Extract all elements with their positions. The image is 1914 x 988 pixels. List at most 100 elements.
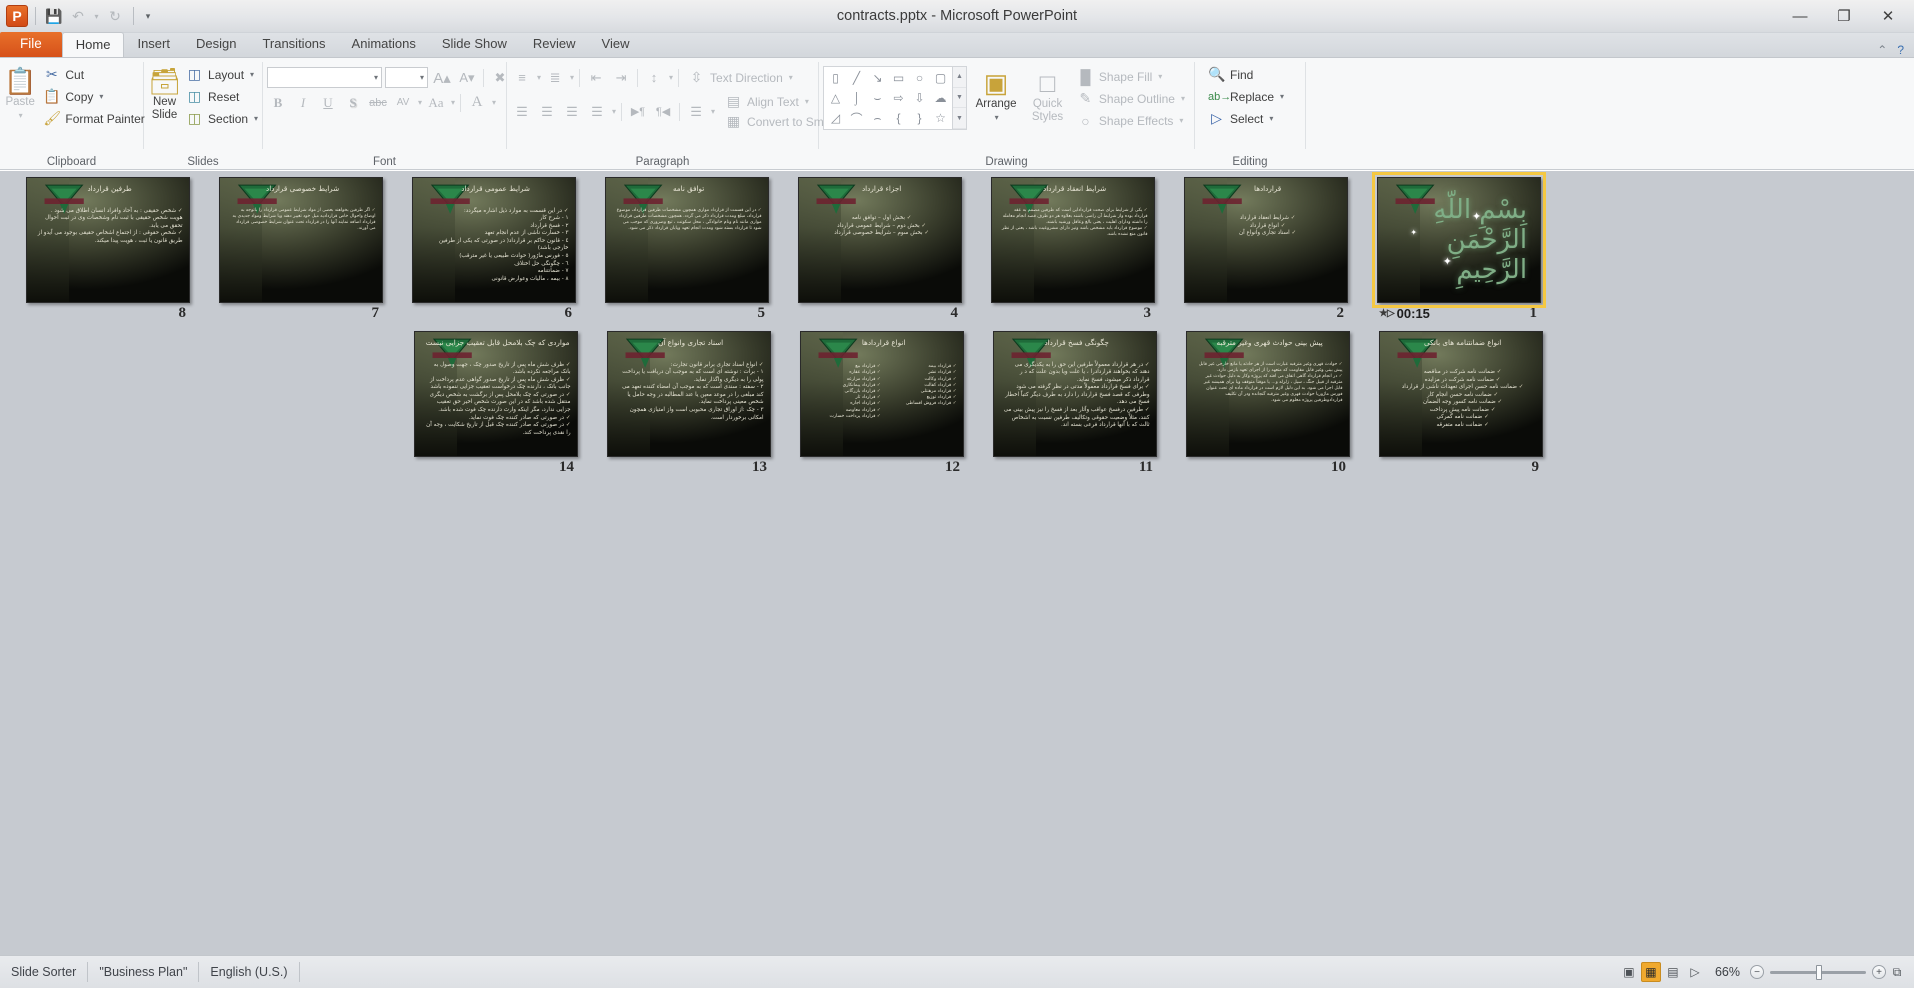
format-painter-button[interactable]: 🖌 Format Painter bbox=[40, 108, 149, 129]
slide-canvas[interactable]: چگونگی فسخ قرارداد در هر قرارداد معمولاً… bbox=[993, 331, 1157, 457]
shape-effects-button[interactable]: ○ Shape Effects ▾ bbox=[1074, 110, 1190, 131]
status-theme-name[interactable]: "Business Plan" bbox=[88, 962, 200, 982]
tab-animations[interactable]: Animations bbox=[339, 32, 429, 57]
slide-thumbnail-11[interactable]: چگونگی فسخ قرارداد در هر قرارداد معمولاً… bbox=[993, 331, 1157, 476]
rtl-text-direction-icon[interactable]: ¶◀ bbox=[652, 101, 674, 122]
right-brace-shape-icon[interactable]: } bbox=[909, 108, 930, 128]
layout-button[interactable]: ◫ Layout ▾ bbox=[183, 64, 263, 85]
text-shadow-button[interactable]: S bbox=[342, 92, 364, 113]
line-shape-icon[interactable]: ╱ bbox=[846, 68, 867, 88]
chevron-down-icon[interactable]: ▾ bbox=[374, 73, 378, 82]
character-spacing-button[interactable]: AV bbox=[392, 92, 414, 113]
change-case-button[interactable]: Aa bbox=[425, 92, 447, 113]
zoom-in-button[interactable]: + bbox=[1872, 965, 1886, 979]
status-right-controls[interactable]: ▣ ▦ ▤ ▷ 66% − + ⧉ bbox=[1619, 962, 1914, 982]
oval-shape-icon[interactable]: ○ bbox=[909, 68, 930, 88]
help-icon[interactable]: ? bbox=[1897, 43, 1904, 57]
increase-font-size-icon[interactable]: A▴ bbox=[431, 67, 453, 88]
slide-thumbnail-9[interactable]: انواع ضمانتنامه های بانکی ضمانت نامه شرک… bbox=[1379, 331, 1543, 476]
zoom-out-button[interactable]: − bbox=[1750, 965, 1764, 979]
line-spacing-icon[interactable]: ↕ bbox=[643, 67, 665, 88]
find-button[interactable]: 🔍 Find bbox=[1205, 64, 1289, 85]
save-icon[interactable]: 💾 bbox=[43, 5, 65, 27]
customize-qat-icon[interactable]: ▾ bbox=[141, 5, 155, 27]
ribbon-tab-strip[interactable]: File Home Insert Design Transitions Anim… bbox=[0, 32, 1914, 58]
scroll-up-icon[interactable]: ▲ bbox=[953, 67, 966, 88]
arrange-button[interactable]: ▣ Arrange ▾ bbox=[971, 66, 1021, 124]
curve-shape-icon[interactable]: ⌒ bbox=[846, 108, 867, 128]
zoom-slider[interactable]: − + bbox=[1750, 964, 1886, 980]
ltr-text-direction-icon[interactable]: ▶¶ bbox=[627, 101, 649, 122]
slide-canvas[interactable]: شرایط خصوصی قرارداد اگر طرفین بخواهند بع… bbox=[219, 177, 383, 303]
slide-canvas[interactable]: مواردی که چک بلامحل قابل تعقیب جزایی نیس… bbox=[414, 331, 578, 457]
status-language[interactable]: English (U.S.) bbox=[199, 962, 300, 982]
decrease-font-size-icon[interactable]: A▾ bbox=[456, 67, 478, 88]
tab-insert[interactable]: Insert bbox=[124, 32, 183, 57]
slide-canvas[interactable]: شرایط عمومی قرارداد در این قسمت به موارد… bbox=[412, 177, 576, 303]
chevron-down-icon[interactable]: ▾ bbox=[669, 73, 673, 82]
reading-view-button[interactable]: ▤ bbox=[1663, 962, 1683, 982]
normal-view-button[interactable]: ▣ bbox=[1619, 962, 1639, 982]
slide-thumbnail-7[interactable]: شرایط خصوصی قرارداد اگر طرفین بخواهند بع… bbox=[219, 177, 383, 322]
left-brace-shape-icon[interactable]: { bbox=[888, 108, 909, 128]
increase-indent-icon[interactable]: ⇥ bbox=[610, 67, 632, 88]
down-arrow-shape-icon[interactable]: ⇩ bbox=[909, 88, 930, 108]
slide-canvas[interactable]: انواع قراردادها قرارداد بیمهقرارداد نشرق… bbox=[800, 331, 964, 457]
slide-canvas[interactable]: طرفین قرارداد شخص حقیقی : به آحاد وافراد… bbox=[26, 177, 190, 303]
redo-icon[interactable]: ↻ bbox=[104, 5, 126, 27]
chevron-down-icon[interactable]: ▾ bbox=[570, 73, 574, 82]
fit-slide-to-window-button[interactable]: ⧉ bbox=[1888, 963, 1906, 981]
shapes-gallery-scrollbar[interactable]: ▲ ▼ ▼ bbox=[953, 66, 967, 130]
tab-transitions[interactable]: Transitions bbox=[249, 32, 338, 57]
bullets-icon[interactable]: ≡ bbox=[511, 67, 533, 88]
slide-canvas[interactable]: قراردادها شرایط انعقاد قراردادانواع قرار… bbox=[1184, 177, 1348, 303]
chevron-down-icon[interactable]: ▾ bbox=[612, 107, 616, 116]
restore-button[interactable]: ❐ bbox=[1822, 1, 1866, 31]
undo-dropdown-icon[interactable]: ▾ bbox=[91, 5, 102, 27]
slide-sorter-view-button[interactable]: ▦ bbox=[1640, 962, 1661, 982]
slide-thumbnail-8[interactable]: طرفین قرارداد شخص حقیقی : به آحاد وافراد… bbox=[26, 177, 190, 322]
columns-icon[interactable]: ☰ bbox=[685, 101, 707, 122]
chevron-down-icon[interactable]: ▾ bbox=[418, 98, 422, 107]
slide-thumbnail-1[interactable]: بِسْمِ اللّهِ الرَّحْمَنِ الرَّحِيمِ ✦ ✦… bbox=[1372, 172, 1546, 322]
cloud-shape-icon[interactable]: ☁ bbox=[930, 88, 951, 108]
tab-file[interactable]: File bbox=[0, 32, 62, 57]
chevron-down-icon[interactable]: ▾ bbox=[451, 98, 455, 107]
close-button[interactable]: ✕ bbox=[1866, 1, 1910, 31]
justify-icon[interactable]: ☰ bbox=[586, 101, 608, 122]
align-right-icon[interactable]: ☰ bbox=[561, 101, 583, 122]
gallery-more-icon[interactable]: ▼ bbox=[953, 108, 966, 130]
powerpoint-logo-icon[interactable]: P bbox=[6, 5, 28, 27]
chevron-down-icon[interactable]: ▾ bbox=[711, 107, 715, 116]
chevron-down-icon[interactable]: ▾ bbox=[537, 73, 541, 82]
slide-show-button[interactable]: ▷ bbox=[1685, 962, 1705, 982]
shape-fill-button[interactable]: █ Shape Fill ▾ bbox=[1074, 66, 1190, 87]
slide-thumbnail-10[interactable]: پیش بینی حوادث قهری وغیر مترقبه حوادث قه… bbox=[1186, 331, 1350, 476]
tab-design[interactable]: Design bbox=[183, 32, 249, 57]
quick-styles-button[interactable]: □ Quick Styles bbox=[1025, 66, 1070, 124]
slide-canvas[interactable]: شرایط انعقاد قرارداد یکی از شرایط برای ص… bbox=[991, 177, 1155, 303]
shapes-gallery[interactable]: ▯ ╱ ↘ ▭ ○ ▢ △ ⌡ ⌣ ⇨ ⇩ ☁ ◿ ⌒ ⌢ { } ☆ bbox=[823, 66, 953, 130]
italic-button[interactable]: I bbox=[292, 92, 314, 113]
undo-icon[interactable]: ↶ bbox=[67, 5, 89, 27]
tab-home[interactable]: Home bbox=[61, 32, 125, 57]
paste-button[interactable]: 📋 Paste ▾ bbox=[4, 64, 36, 122]
numbering-icon[interactable]: ≣ bbox=[544, 67, 566, 88]
textbox-shape-icon[interactable]: ▯ bbox=[825, 68, 846, 88]
chevron-down-icon[interactable]: ▾ bbox=[420, 73, 424, 82]
tab-view[interactable]: View bbox=[589, 32, 643, 57]
ribbon-controls[interactable]: ⌃ ? bbox=[1877, 43, 1914, 57]
freeform-shape-icon[interactable]: ◿ bbox=[825, 108, 846, 128]
font-color-button[interactable]: A bbox=[466, 92, 488, 113]
select-button[interactable]: ▷ Select ▾ bbox=[1205, 108, 1289, 129]
align-left-icon[interactable]: ☰ bbox=[511, 101, 533, 122]
rounded-rectangle-shape-icon[interactable]: ▢ bbox=[930, 68, 951, 88]
slide-canvas[interactable]: اسناد تجاری وانواع آن انواع اسناد تجاری … bbox=[607, 331, 771, 457]
zoom-level-label[interactable]: 66% bbox=[1707, 965, 1748, 979]
triangle-shape-icon[interactable]: △ bbox=[825, 88, 846, 108]
slide-sorter-pane[interactable]: طرفین قرارداد شخص حقیقی : به آحاد وافراد… bbox=[0, 171, 1914, 955]
slide-thumbnail-6[interactable]: شرایط عمومی قرارداد در این قسمت به موارد… bbox=[412, 177, 576, 322]
slide-thumbnail-2[interactable]: قراردادها شرایط انعقاد قراردادانواع قرار… bbox=[1184, 177, 1348, 322]
elbow-arrow-connector-icon[interactable]: ⌣ bbox=[867, 88, 888, 108]
replace-button[interactable]: ab→ Replace ▾ bbox=[1205, 86, 1289, 107]
